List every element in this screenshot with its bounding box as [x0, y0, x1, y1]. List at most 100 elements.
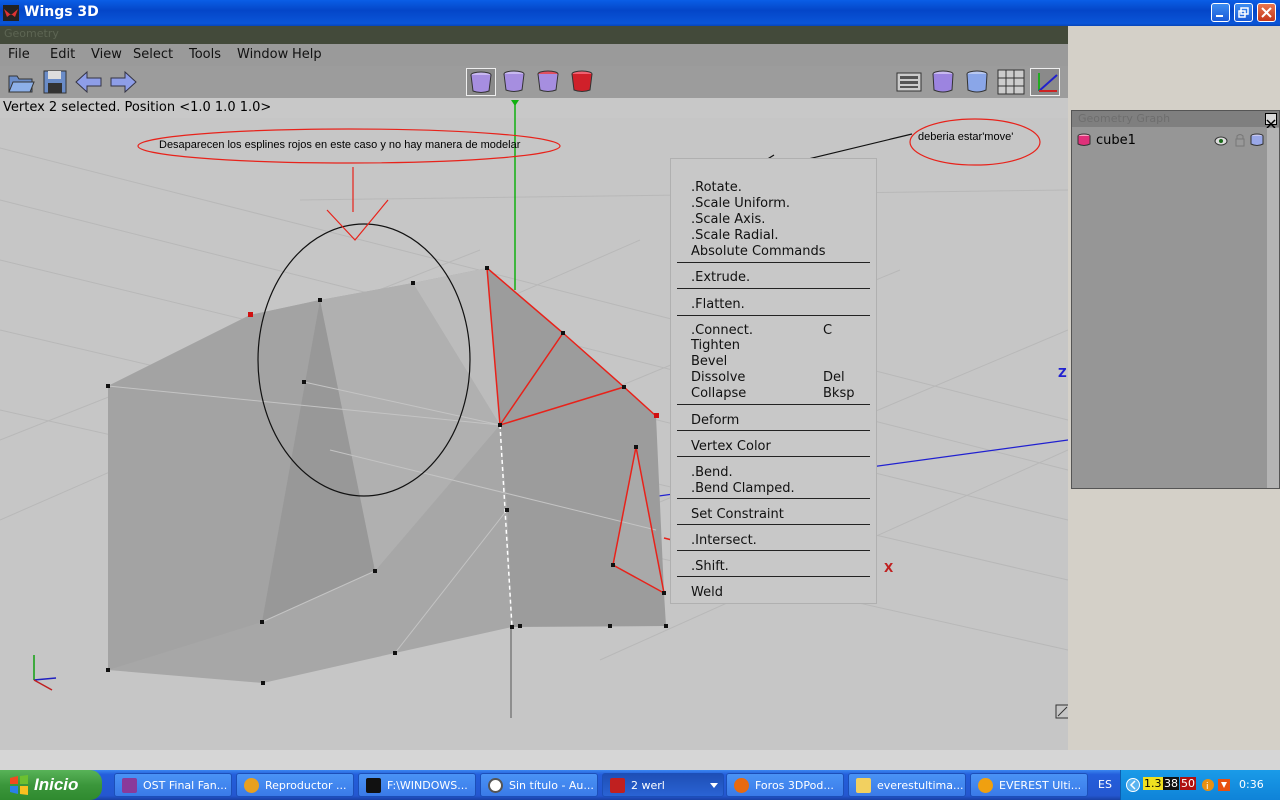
axes-gizmo [33, 655, 57, 691]
restore-button[interactable] [1234, 3, 1253, 22]
save-disk-icon [43, 70, 67, 94]
menu-intersect[interactable]: .Intersect. [691, 533, 757, 548]
open-button[interactable] [6, 68, 36, 96]
workmode-icon [896, 72, 922, 92]
console-icon [366, 778, 381, 793]
task-everest-ultimate[interactable]: EVEREST Ulti... [970, 773, 1088, 797]
start-label: Inicio [34, 775, 79, 794]
wire-object-icon[interactable] [1250, 133, 1264, 147]
tray-chevron-icon[interactable] [1126, 778, 1140, 792]
redo-button[interactable] [108, 68, 138, 96]
task-foros-3dpoder[interactable]: Foros 3DPod... [726, 773, 844, 797]
menu-bend-clamped[interactable]: .Bend Clamped. [691, 481, 795, 496]
menu-view[interactable]: View [91, 47, 122, 62]
menu-connect[interactable]: .Connect. C [691, 323, 832, 338]
geometry-panel-header[interactable]: Geometry Graph [1072, 111, 1279, 127]
geometry-graph-panel: Geometry Graph cube1 [1071, 110, 1280, 489]
save-button[interactable] [40, 68, 70, 96]
winrar-icon [122, 778, 137, 793]
menu-extrude[interactable]: .Extrude. [691, 270, 750, 285]
task-reproductor[interactable]: Reproductor ... [236, 773, 354, 797]
folder-icon [856, 778, 871, 793]
menu-tighten[interactable]: Tighten [691, 338, 740, 353]
media-player-icon [244, 778, 259, 793]
menu-dissolve[interactable]: Dissolve Del [691, 370, 845, 385]
menu-collapse[interactable]: Collapse Bksp [691, 386, 854, 401]
smooth-preview-button[interactable] [928, 68, 958, 96]
task-cmd[interactable]: F:\WINDOWS... [358, 773, 476, 797]
panel-close-button[interactable] [1265, 113, 1277, 129]
task-werl[interactable]: 2 werl [602, 773, 724, 797]
menu-absolute-commands[interactable]: Absolute Commands [691, 244, 826, 259]
chevron-down-icon [710, 783, 718, 788]
face-select-mode-button[interactable] [534, 68, 564, 96]
annotation-text-2: deberia estar'move' [918, 131, 1014, 143]
menu-file[interactable]: File [8, 47, 30, 62]
menu-scale-radial[interactable]: .Scale Radial. [691, 228, 779, 243]
menu-set-constraint[interactable]: Set Constraint [691, 507, 784, 522]
axes-icon [1038, 73, 1058, 92]
panel-scrollbar[interactable] [1267, 128, 1279, 488]
menu-bend[interactable]: .Bend. [691, 465, 733, 480]
close-button[interactable] [1257, 3, 1276, 22]
title-bar[interactable]: Wings 3D [0, 0, 1280, 26]
menu-scale-uniform[interactable]: .Scale Uniform. [691, 196, 790, 211]
menu-help[interactable]: Help [292, 47, 322, 62]
grid-icon [997, 69, 1025, 95]
audacity-icon [488, 778, 503, 793]
task-ost-final-fantasy[interactable]: OST Final Fan... [114, 773, 232, 797]
z-axis-label: Z [1058, 366, 1067, 380]
firefox-icon [734, 778, 749, 793]
start-button[interactable]: Inicio [0, 770, 102, 800]
minimize-button[interactable] [1211, 3, 1230, 22]
windows-flag-icon [10, 775, 28, 795]
menu-scale-axis[interactable]: .Scale Axis. [691, 212, 765, 227]
edge-mode-icon [503, 70, 525, 92]
menu-window[interactable]: Window [237, 47, 288, 62]
menu-select[interactable]: Select [133, 47, 173, 62]
language-indicator[interactable]: ES [1098, 778, 1112, 791]
menu-edit[interactable]: Edit [50, 47, 75, 62]
eye-icon[interactable] [1214, 135, 1228, 147]
x-axis-label: X [884, 561, 894, 575]
menu-weld[interactable]: Weld [691, 585, 723, 600]
vertex-select-mode-button[interactable] [466, 68, 496, 96]
menu-separator [677, 288, 870, 289]
lock-icon[interactable] [1234, 133, 1246, 147]
undo-button[interactable] [74, 68, 104, 96]
ground-grid-button[interactable] [996, 68, 1026, 96]
everest-tray-icon[interactable]: i [1201, 778, 1215, 792]
menu-vertex-color[interactable]: Vertex Color [691, 439, 771, 454]
body-select-mode-button[interactable] [568, 68, 598, 96]
svg-text:i: i [1206, 782, 1209, 792]
clock: 0:36 [1239, 778, 1264, 791]
menu-bevel[interactable]: Bevel [691, 354, 727, 369]
menu-rotate[interactable]: .Rotate. [691, 180, 742, 195]
arrow-right-icon [110, 70, 137, 94]
3d-viewport[interactable]: Desaparecen los esplines rojos en este c… [0, 98, 1068, 748]
annotation-text-1: Desaparecen los esplines rojos en este c… [159, 139, 521, 151]
menu-tools[interactable]: Tools [189, 47, 221, 62]
viewport-canvas [0, 100, 1068, 719]
task-sin-titulo[interactable]: Sin título - Au... [480, 773, 598, 797]
menu-shift[interactable]: .Shift. [691, 559, 729, 574]
menu-separator [677, 524, 870, 525]
menu-separator [677, 404, 870, 405]
arrow-left-icon [75, 70, 102, 94]
menu-separator [677, 576, 870, 577]
menu-deform[interactable]: Deform [691, 413, 739, 428]
wireframe-button[interactable] [962, 68, 992, 96]
menu-flatten[interactable]: .Flatten. [691, 297, 745, 312]
workmode-button[interactable] [894, 68, 924, 96]
object-row-cube1[interactable]: cube1 [1076, 131, 1276, 149]
menu-separator [677, 550, 870, 551]
toolbar [0, 66, 1068, 98]
menu-separator [677, 456, 870, 457]
menu-bar: File Edit View Select Tools Window Help [0, 44, 1068, 67]
geometry-panel-title: Geometry Graph [1078, 112, 1171, 125]
axes-button[interactable] [1030, 68, 1060, 96]
task-everestultima-folder[interactable]: everestultima... [848, 773, 966, 797]
warning-tray-icon[interactable] [1217, 778, 1231, 792]
folder-open-icon [8, 75, 35, 93]
edge-select-mode-button[interactable] [500, 68, 530, 96]
